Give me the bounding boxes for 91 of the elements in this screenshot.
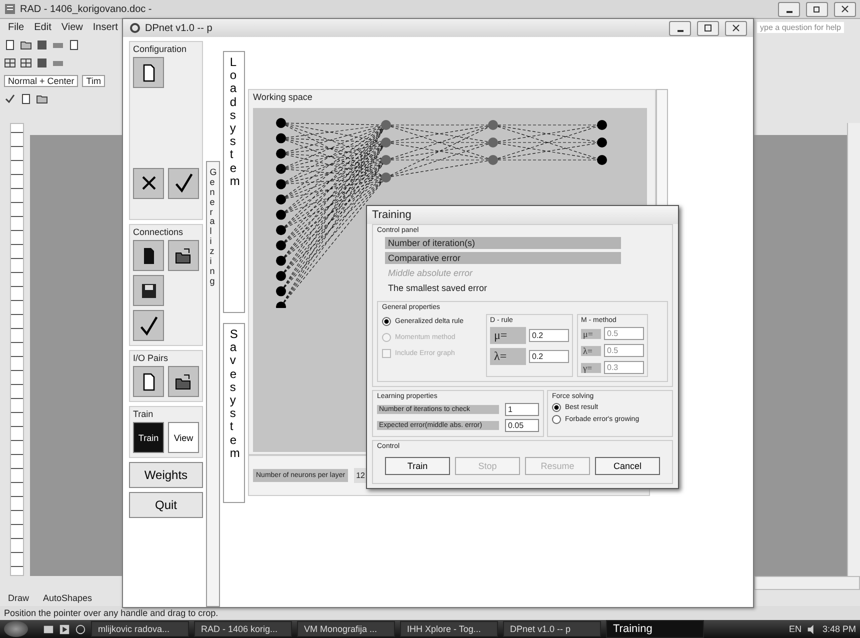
stat-label: Number of iteration(s) <box>385 237 621 249</box>
folder-icon[interactable] <box>36 92 48 104</box>
style-dropdown[interactable]: Normal + Center <box>4 74 78 86</box>
group-title: I/O Pairs <box>133 353 170 363</box>
new-button[interactable] <box>133 366 164 397</box>
group-title: Train <box>133 409 154 419</box>
page-icon[interactable] <box>4 38 16 50</box>
folder-icon <box>174 372 194 392</box>
clock[interactable]: 3:48 PM <box>822 624 856 634</box>
close-button[interactable] <box>725 20 747 36</box>
maximize-button[interactable] <box>697 20 719 36</box>
minimize-button[interactable] <box>778 2 800 16</box>
stat-label: Middle absolute error <box>387 267 474 279</box>
menu-item[interactable]: File <box>8 22 24 32</box>
quit-button[interactable]: Quit <box>129 492 203 518</box>
table-icon[interactable] <box>20 56 32 68</box>
taskbar-button[interactable]: RAD - 1406 korig... <box>194 621 292 637</box>
parameter-field[interactable]: 0.2 <box>529 350 569 363</box>
document-button[interactable] <box>133 240 164 271</box>
menu-item[interactable]: View <box>61 22 83 32</box>
close-button[interactable] <box>834 2 856 16</box>
minimize-icon <box>786 11 792 13</box>
confirm-button[interactable] <box>168 168 199 198</box>
toolbar-menu[interactable]: AutoShapes <box>43 593 92 603</box>
cancel-button[interactable] <box>133 168 164 198</box>
train-mode-button[interactable]: Train <box>133 422 164 453</box>
parameter-field[interactable]: 0.2 <box>529 329 569 342</box>
language-indicator[interactable]: EN <box>788 624 802 634</box>
radio-button[interactable] <box>382 317 391 326</box>
window-title: DPnet v1.0 -- p <box>145 22 212 34</box>
radio-button[interactable] <box>552 415 561 424</box>
input-field[interactable]: 0.05 <box>505 419 539 432</box>
scrollbar[interactable] <box>847 123 860 576</box>
menu-item[interactable]: Insert <box>92 22 118 32</box>
neurons-field[interactable]: 12 <box>354 468 368 483</box>
toolbar-menu[interactable]: Draw <box>8 593 30 603</box>
dialog-button[interactable]: Cancel <box>595 457 660 475</box>
group-title: Configuration <box>133 44 188 54</box>
check-icon[interactable] <box>4 92 16 104</box>
table-icon[interactable] <box>4 56 16 68</box>
page-icon[interactable] <box>20 92 32 104</box>
status-text: Position the pointer over any handle and drag to crop. <box>4 608 218 618</box>
help-search-field[interactable]: ype a question for help <box>757 22 844 32</box>
parameter-symbol: λ= <box>490 348 526 365</box>
check-icon <box>138 314 160 336</box>
font-dropdown[interactable]: Tim <box>82 74 105 86</box>
minimize-button[interactable] <box>669 20 691 36</box>
weights-button[interactable]: Weights <box>129 462 203 488</box>
menu-item[interactable]: Edit <box>34 22 52 32</box>
folder-icon <box>174 246 194 266</box>
new-button[interactable] <box>133 57 164 88</box>
parameter-symbol: λ= <box>581 346 601 356</box>
start-button[interactable] <box>4 621 28 637</box>
taskbar-button[interactable]: VM Monografija ... <box>297 621 395 637</box>
system-button[interactable]: Save system <box>223 323 245 503</box>
document-icon <box>4 3 16 15</box>
parameter-symbol: μ= <box>490 327 526 344</box>
dialog-title: Training <box>372 209 412 221</box>
maximize-icon <box>703 23 713 33</box>
taskbar-button[interactable]: IHH Xplore - Tog... <box>400 621 498 637</box>
taskbar-button[interactable]: Training <box>606 620 704 638</box>
window-title: RAD - 1406_korigovano.doc - <box>20 4 152 14</box>
group-title: Working space <box>253 92 314 102</box>
page-icon[interactable] <box>68 38 80 50</box>
folder-icon[interactable] <box>20 38 32 50</box>
stat-label: The smallest saved error <box>387 282 488 294</box>
group-title: Connections <box>133 227 184 237</box>
taskbar-button[interactable]: DPnet v1.0 -- p <box>503 621 601 637</box>
restore-icon <box>812 4 822 14</box>
restore-button[interactable] <box>806 2 828 16</box>
input-field[interactable]: 1 <box>505 403 539 416</box>
close-icon <box>840 4 850 14</box>
parameter-symbol: μ= <box>581 328 601 338</box>
train-mode-button[interactable]: View <box>168 422 199 453</box>
scrollbar[interactable] <box>754 576 860 590</box>
parameter-symbol: γ= <box>581 362 601 372</box>
taskbar-button[interactable]: mlijkovic radova... <box>91 621 189 637</box>
close-icon <box>731 23 741 33</box>
radio-button[interactable] <box>552 403 561 412</box>
check-icon <box>172 172 194 194</box>
dialog-button[interactable]: Train <box>385 457 450 475</box>
stat-label: Comparative error <box>385 252 621 264</box>
vertical-label: Generalizing <box>206 161 220 607</box>
minimize-icon <box>676 30 684 32</box>
system-button[interactable]: Load system <box>223 51 245 313</box>
confirm-button[interactable] <box>133 310 164 341</box>
open-button[interactable] <box>168 240 199 271</box>
play-icon[interactable] <box>59 624 70 634</box>
open-button[interactable] <box>168 366 199 397</box>
app-icon <box>129 22 141 34</box>
save-button[interactable] <box>133 275 164 306</box>
